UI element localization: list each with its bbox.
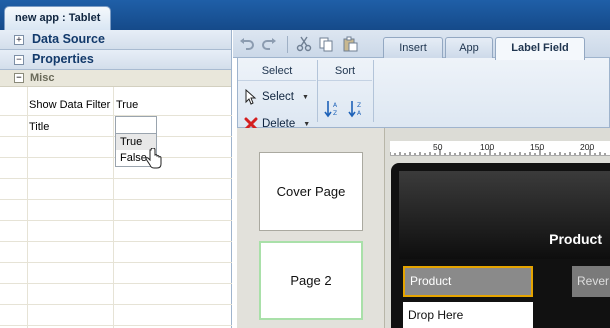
properties-section[interactable]: − Properties (0, 50, 231, 70)
svg-text:A: A (333, 102, 338, 109)
select-button-label: Select (262, 91, 294, 103)
misc-category-label: Misc (30, 72, 55, 84)
label-field-product[interactable]: Product (403, 266, 533, 297)
collapse-icon[interactable]: − (14, 55, 24, 65)
ruler-label: 200 (580, 142, 595, 152)
design-canvas: 50 100 150 200 Product Product Rever Dro… (385, 128, 610, 328)
svg-text:A: A (357, 110, 362, 117)
data-source-section[interactable]: + Data Source (0, 30, 231, 50)
title-value-input[interactable] (115, 116, 157, 134)
page-thumbnails-pane: Cover Page Page 2 (237, 128, 385, 328)
property-name: Show Data Filter (29, 99, 111, 111)
undo-icon[interactable] (239, 36, 255, 52)
ribbon: Select Sort Select ▼ Delete ▼ A Z Z A (237, 58, 610, 131)
empty-row (0, 200, 232, 221)
property-row[interactable]: Show Data Filter True (0, 95, 232, 116)
misc-category[interactable]: − Misc (0, 70, 231, 87)
empty-row (0, 263, 232, 284)
data-source-label: Data Source (32, 32, 105, 46)
chevron-down-icon: ▼ (301, 93, 309, 101)
toolbar: Insert App Label Field (233, 30, 610, 60)
label-field-revenue[interactable]: Rever (572, 266, 610, 297)
properties-label: Properties (32, 52, 94, 66)
ruler-label: 50 (433, 142, 443, 152)
ribbon-group-title-select: Select (238, 61, 316, 81)
paste-icon[interactable] (342, 36, 358, 52)
chevron-down-icon: ▼ (303, 120, 311, 128)
ruler-ticks (390, 149, 606, 155)
cut-icon[interactable] (296, 36, 312, 52)
sort-descending-icon[interactable]: Z A (348, 100, 364, 118)
copy-icon[interactable] (318, 36, 334, 52)
toolbar-separator (287, 36, 288, 53)
empty-row (0, 242, 232, 263)
property-name: Title (29, 121, 50, 133)
tab-app[interactable]: App (445, 37, 493, 59)
expand-icon[interactable]: + (14, 35, 24, 45)
ruler-label: 100 (480, 142, 495, 152)
pointer-icon (245, 89, 257, 105)
svg-text:Z: Z (333, 110, 337, 117)
tab-label-field[interactable]: Label Field (495, 37, 585, 60)
tablet-preview: Product Product Rever Drop Here (391, 163, 610, 328)
device-header-title: Product (549, 231, 602, 247)
property-value[interactable]: True (116, 99, 138, 111)
collapse-icon[interactable]: − (14, 73, 24, 83)
drop-target[interactable]: Drop Here (403, 302, 533, 328)
empty-row (0, 284, 232, 305)
title-bar: new app : Tablet (0, 0, 610, 30)
document-tab[interactable]: new app : Tablet (4, 6, 112, 30)
page-thumbnail-cover[interactable]: Cover Page (259, 152, 363, 231)
svg-text:Z: Z (357, 102, 361, 109)
redo-icon[interactable] (261, 36, 277, 52)
select-button[interactable]: Select ▼ (244, 89, 309, 105)
empty-row (0, 221, 232, 242)
ribbon-separator (373, 60, 374, 122)
ruler-label: 150 (530, 142, 545, 152)
page-thumbnail-page-2[interactable]: Page 2 (259, 241, 363, 320)
empty-row (0, 179, 232, 200)
empty-row (0, 305, 232, 326)
sort-ascending-icon[interactable]: A Z (324, 100, 340, 118)
hand-cursor-icon (145, 148, 162, 169)
tab-insert[interactable]: Insert (383, 37, 443, 59)
ribbon-group-title-sort: Sort (318, 61, 372, 81)
horizontal-ruler: 50 100 150 200 (390, 141, 610, 156)
